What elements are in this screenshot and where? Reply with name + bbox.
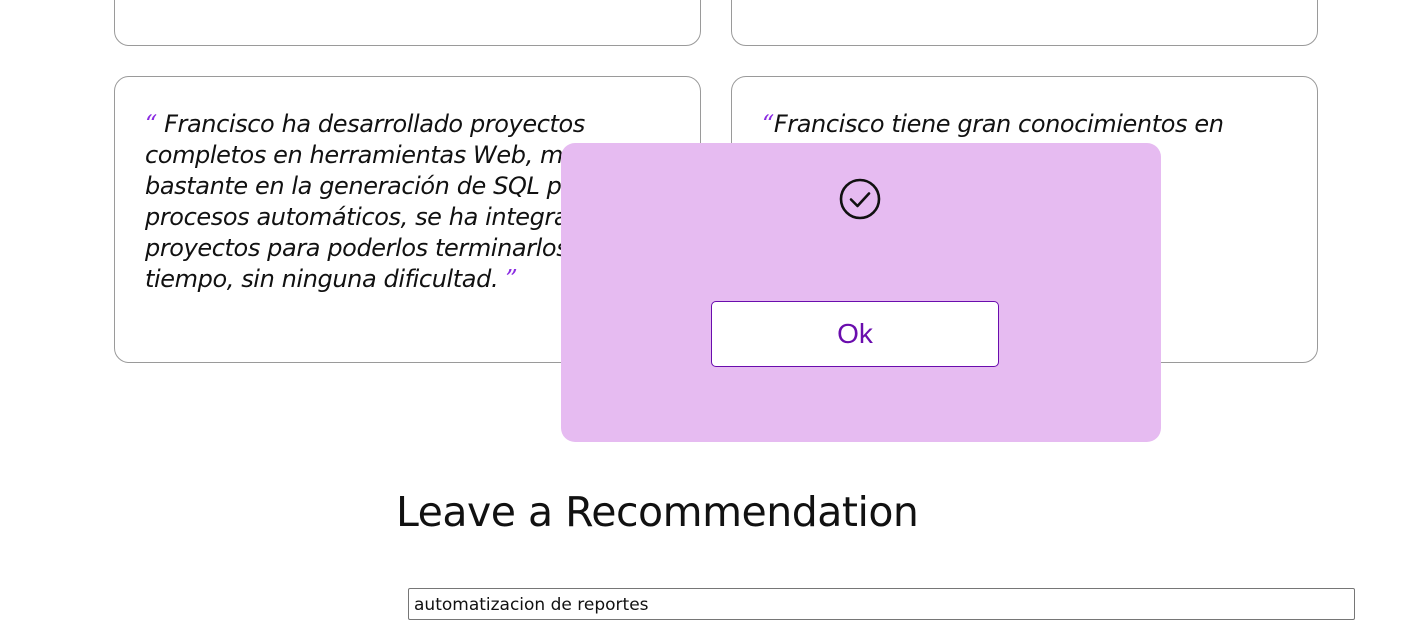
open-quote-mark: “ bbox=[145, 110, 157, 138]
open-quote-mark: “ bbox=[762, 110, 774, 138]
recommendation-card bbox=[114, 0, 701, 46]
success-modal: Ok bbox=[561, 143, 1161, 442]
recommendation-quote: “Francisco tiene gran conocimientos en bbox=[762, 109, 1292, 140]
recommendation-card bbox=[731, 0, 1318, 46]
section-title: Leave a Recommendation bbox=[396, 488, 919, 536]
recommendation-input[interactable] bbox=[408, 588, 1355, 620]
check-circle-icon bbox=[839, 178, 881, 220]
recommendation-text: Francisco tiene gran conocimientos en bbox=[773, 110, 1224, 138]
close-quote-mark: ” bbox=[505, 265, 518, 293]
ok-button[interactable]: Ok bbox=[711, 301, 999, 367]
